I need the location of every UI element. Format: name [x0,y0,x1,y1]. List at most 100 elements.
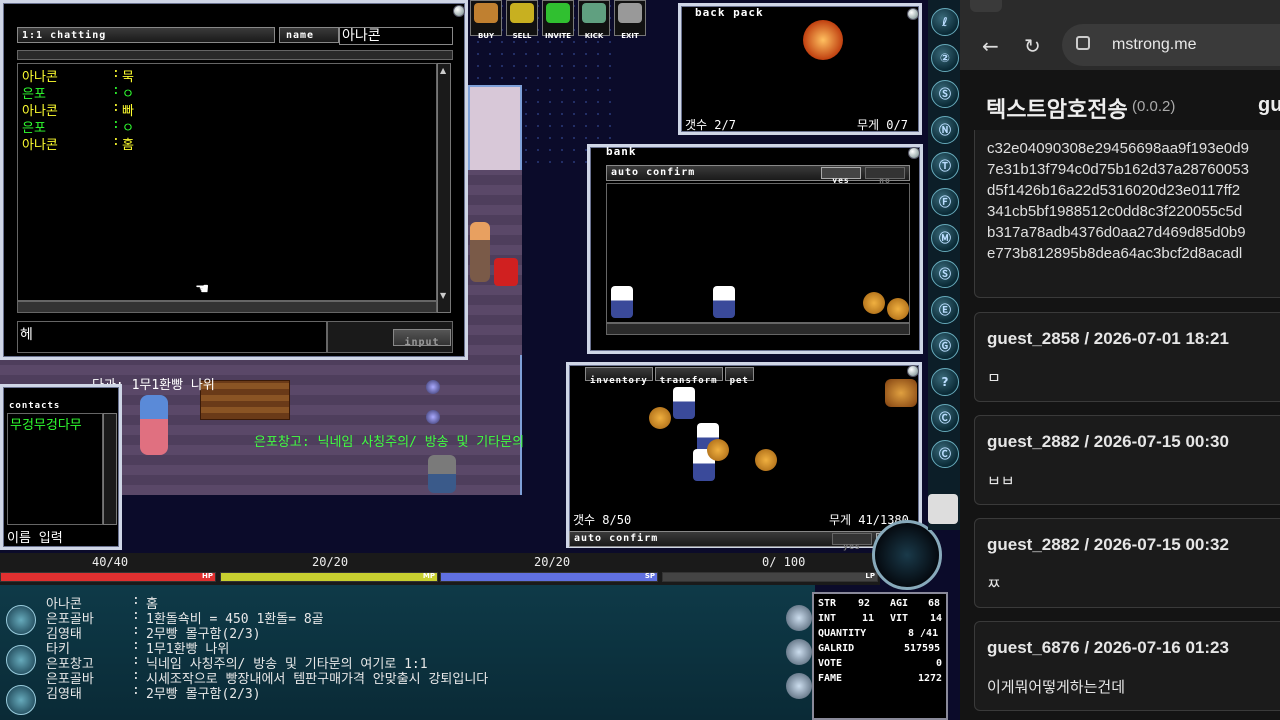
post-body: ㅉ [987,576,1001,593]
post-card[interactable]: guest_2882 / 2026-07-15 00:32 ㅉ [974,518,1280,608]
quantity-label: QUANTITY [818,628,867,639]
cat-costume-item-icon[interactable] [713,286,735,318]
mp-bar: MP [220,572,438,582]
contact-item[interactable]: 무겅무겅다무 [8,414,102,433]
reload-icon[interactable]: ↻ [1024,34,1041,58]
chat-name-field[interactable]: 아나콘 [339,27,453,45]
page-title: 텍스트암호전송 [986,97,1128,122]
cat-costume-item-icon[interactable] [611,286,633,318]
pot-icon[interactable] [928,494,958,524]
post-card[interactable]: guest_6876 / 2026-07-16 01:23 이게뭐어떻게하는건데 [974,621,1280,711]
exit-button[interactable]: EXIT [614,0,646,40]
post-card[interactable]: guest_2882 / 2026-07-15 00:30 ㅂㅂ [974,415,1280,505]
url-text[interactable]: mstrong.me [1112,36,1196,54]
invite-button[interactable]: INVITE [542,0,574,40]
game-viewport[interactable]: 다과: 1무1환빵 나위 은포창고: 닉네임 사칭주의/ 방송 및 기타문의 1… [0,0,960,720]
chat-separator: : [112,83,120,98]
log-line: 타키:1무1환빵 나위 [46,638,786,657]
bread-item-icon[interactable] [755,449,777,471]
buy-button[interactable]: BUY [470,0,502,40]
post-header: guest_6876 / 2026-07-16 01:23 [987,638,1229,657]
compass-icon[interactable] [872,520,942,590]
bread-item-icon[interactable] [649,407,671,429]
tab-label: inventory [590,376,648,386]
inventory-yes-button[interactable]: yes [832,533,872,551]
contacts-name-input[interactable]: 이름 입력 [7,527,103,546]
post-card[interactable]: guest_2858 / 2026-07-01 18:21 ㅁ [974,312,1280,402]
log-icon[interactable] [6,685,36,715]
chat-input[interactable]: 헤 [17,321,327,353]
chat-message: 아나콘: 묵 [22,66,432,85]
menu-icon[interactable]: Ⓕ [931,188,959,216]
log-colon: : [132,668,140,683]
menu-icon[interactable]: Ⓢ [931,260,959,288]
npc-character[interactable] [470,222,490,282]
menu-icon[interactable]: Ⓒ [931,440,959,468]
bank-no-button[interactable]: no [865,167,905,185]
scroll-up-icon[interactable]: ▲ [440,66,446,75]
log-icon[interactable] [6,645,36,675]
bread-item-icon[interactable] [863,292,885,314]
inventory-close-button[interactable] [907,365,919,377]
log-icon[interactable] [6,605,36,635]
menu-icon[interactable]: Ⓔ [931,296,959,324]
toolbar-label: SELL [512,32,532,40]
menu-icon[interactable]: Ⓖ [931,332,959,360]
toolbar-label: EXIT [621,32,639,40]
kick-button[interactable]: KICK [578,0,610,40]
frog-icon [546,3,570,23]
site-settings-icon[interactable] [1076,36,1090,50]
menu-icon[interactable]: Ⓒ [931,404,959,432]
back-arrow-icon[interactable]: ← [982,34,999,58]
post-header: guest_2882 / 2026-07-15 00:32 [987,535,1229,554]
chat-hscroll[interactable] [17,301,437,313]
menu-icon[interactable]: Ⓝ [931,116,959,144]
log-colon: : [132,623,140,638]
cipher-card: c32e04090308e29456698aa9f193e0d9 7e31b13f… [974,130,1280,298]
chat-close-button[interactable] [453,5,465,17]
contacts-window: contacts 무겅무겅다무 이름 입력 [0,384,122,550]
arrow-down-icon[interactable] [786,673,812,699]
arrow-left-icon[interactable] [786,639,812,665]
contacts-list: 무겅무겅다무 [7,413,103,525]
shop-character[interactable] [428,455,456,493]
menu-icon[interactable]: Ⓣ [931,152,959,180]
inventory-window: inventory transform pet 갯수 8/50 무게 41/1380… [566,362,922,551]
bread-item-icon[interactable] [887,298,909,320]
mushroom-item-icon[interactable] [803,20,843,60]
hp-value: 40/40 [92,555,129,569]
menu-icon[interactable]: ℓ [931,8,959,36]
contacts-scrollbar[interactable] [103,413,117,525]
cipher-line: c32e04090308e29456698aa9f193e0d9 [987,140,1249,157]
log-colon: : [132,608,140,623]
cipher-line: e773b812895b8dea64ac3bcf2d8acadl [987,245,1243,262]
cipher-line: b317a78adb4376d0aa27d469d85d0b9 [987,224,1246,241]
treasure-chest-icon[interactable] [885,379,917,407]
bank-yes-button[interactable]: yes [821,167,861,185]
menu-icon[interactable]: ② [931,44,959,72]
menu-icon[interactable]: Ⓢ [931,80,959,108]
menu-icon[interactable]: Ⓜ [931,224,959,252]
chat-input-button[interactable]: input [393,329,451,348]
close-icon[interactable] [786,605,812,631]
player-character[interactable] [140,395,168,455]
contacts-title: contacts [9,401,61,411]
tab-transform[interactable]: transform [654,367,723,386]
cat-costume-item-icon[interactable] [673,387,695,419]
bank-hscroll[interactable] [606,323,910,335]
chat-scrollbar[interactable]: ▲ ▼ [437,63,451,313]
backpack-title: back pack [695,6,764,19]
bank-close-button[interactable] [908,147,920,159]
galrid-value: 517595 [904,643,941,654]
menu-icon[interactable]: ? [931,368,959,396]
page-content: 텍스트암호전송 (0.0.2) gu c32e04090308e29456698… [960,70,1280,720]
backpack-close-button[interactable] [907,8,919,20]
mp-value: 20/20 [312,555,349,569]
stat-row-str-agi: STR 92 AGI 68 [818,598,942,613]
scroll-down-icon[interactable]: ▼ [440,291,446,300]
browser-tab[interactable] [970,0,1002,12]
bread-item-icon[interactable] [707,439,729,461]
sell-button[interactable]: SELL [506,0,538,40]
tab-inventory[interactable]: inventory [585,367,653,386]
tab-pet[interactable]: pet [724,367,754,386]
